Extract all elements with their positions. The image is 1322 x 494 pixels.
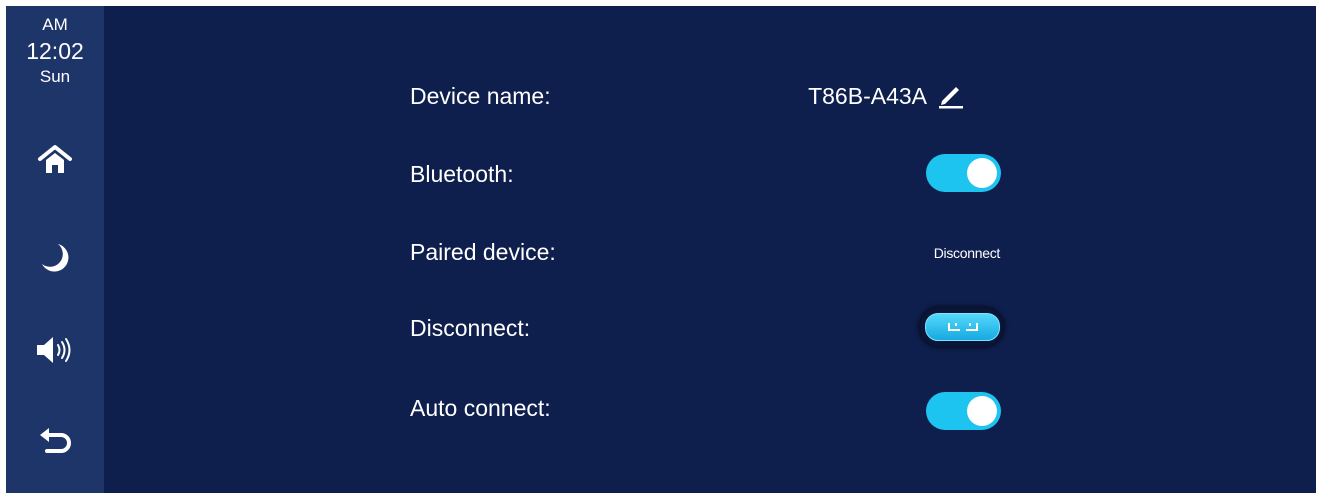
disconnect-button-face [925, 313, 1000, 341]
disconnect-icon [947, 323, 978, 331]
paired-device-label: Paired device: [410, 239, 556, 265]
pencil-icon[interactable] [937, 83, 965, 109]
bluetooth-label: Bluetooth: [410, 161, 514, 187]
disconnect-button[interactable] [920, 308, 1003, 346]
toggle-knob [967, 396, 997, 426]
auto-connect-label: Auto connect: [410, 395, 551, 421]
bluetooth-toggle[interactable] [926, 154, 1001, 192]
device-name-label: Device name: [410, 83, 551, 109]
device-name-value: T86B-A43A [808, 83, 927, 109]
disconnect-label: Disconnect: [410, 315, 531, 341]
paired-device-value: Disconnect [933, 245, 1001, 261]
bluetooth-settings-screen: AM 12:02 Sun Device name: T86B-A43A Blue… [6, 6, 1316, 493]
auto-connect-toggle[interactable] [926, 392, 1001, 430]
device-name-value-group[interactable]: T86B-A43A [808, 82, 965, 110]
settings-panel: Device name: T86B-A43A Bluetooth: Paired… [6, 6, 1316, 493]
toggle-knob [967, 158, 997, 188]
